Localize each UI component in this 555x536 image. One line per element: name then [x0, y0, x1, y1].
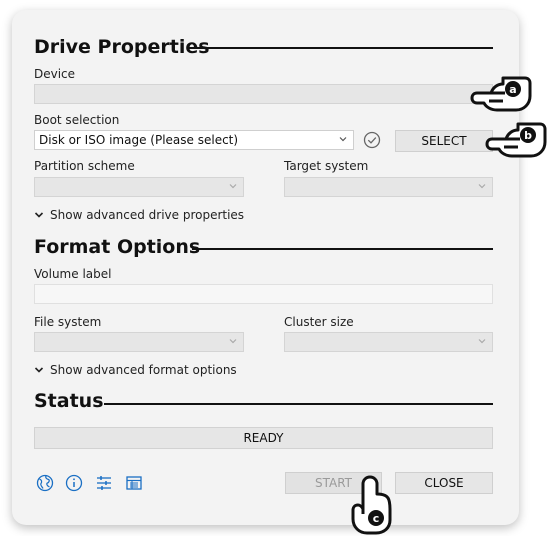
volume-label-label: Volume label — [34, 267, 112, 281]
status-bar: READY — [34, 427, 493, 449]
file-system-dropdown[interactable] — [34, 332, 244, 352]
annotation-a-label: a — [509, 83, 516, 96]
show-advanced-format-label: Show advanced format options — [50, 363, 237, 377]
partition-scheme-dropdown[interactable] — [34, 177, 244, 197]
cluster-size-dropdown[interactable] — [284, 332, 493, 352]
target-system-label: Target system — [284, 159, 369, 173]
info-icon[interactable] — [65, 474, 83, 492]
pointing-hand-left-icon: a — [470, 76, 532, 112]
device-dropdown[interactable] — [34, 84, 493, 104]
annotation-c: c — [347, 474, 395, 536]
rufus-window: Drive Properties Device Boot selection D… — [12, 10, 519, 525]
boot-selection-label: Boot selection — [34, 113, 120, 127]
pointing-hand-up-icon: c — [351, 475, 392, 535]
chevron-down-icon — [34, 367, 44, 373]
target-system-dropdown[interactable] — [284, 177, 493, 197]
chevron-down-icon — [229, 339, 237, 344]
annotation-b: b — [484, 118, 550, 162]
device-label: Device — [34, 67, 76, 81]
chevron-down-icon — [339, 137, 347, 142]
chevron-down-icon — [34, 212, 44, 218]
chevron-down-icon — [229, 184, 237, 189]
status-divider — [104, 403, 493, 405]
annotation-b-label: b — [524, 129, 532, 142]
show-advanced-drive-toggle[interactable]: Show advanced drive properties — [34, 208, 244, 222]
close-button[interactable]: CLOSE — [395, 472, 493, 494]
show-advanced-format-toggle[interactable]: Show advanced format options — [34, 363, 237, 377]
drive-properties-title: Drive Properties — [34, 36, 210, 58]
format-options-divider — [192, 248, 493, 250]
select-button[interactable]: SELECT — [395, 130, 493, 152]
globe-icon[interactable] — [36, 474, 54, 492]
annotation-a: a — [469, 72, 535, 116]
cluster-size-label: Cluster size — [284, 315, 354, 329]
status-text: READY — [243, 431, 284, 445]
settings-sliders-icon[interactable] — [95, 474, 113, 492]
chevron-down-icon — [478, 339, 486, 344]
format-options-title: Format Options — [34, 236, 201, 258]
annotation-c-label: c — [373, 512, 380, 525]
check-circle-icon[interactable] — [362, 130, 382, 150]
file-system-label: File system — [34, 315, 102, 329]
status-title: Status — [34, 390, 104, 412]
pointing-hand-left-icon: b — [485, 122, 547, 158]
log-icon[interactable] — [125, 474, 143, 492]
boot-selection-dropdown[interactable]: Disk or ISO image (Please select) — [34, 130, 354, 150]
drive-properties-divider — [195, 47, 493, 49]
chevron-down-icon — [478, 184, 486, 189]
partition-scheme-label: Partition scheme — [34, 159, 135, 173]
boot-selection-value: Disk or ISO image (Please select) — [39, 133, 239, 147]
show-advanced-drive-label: Show advanced drive properties — [50, 208, 245, 222]
volume-label-input[interactable] — [34, 284, 493, 304]
